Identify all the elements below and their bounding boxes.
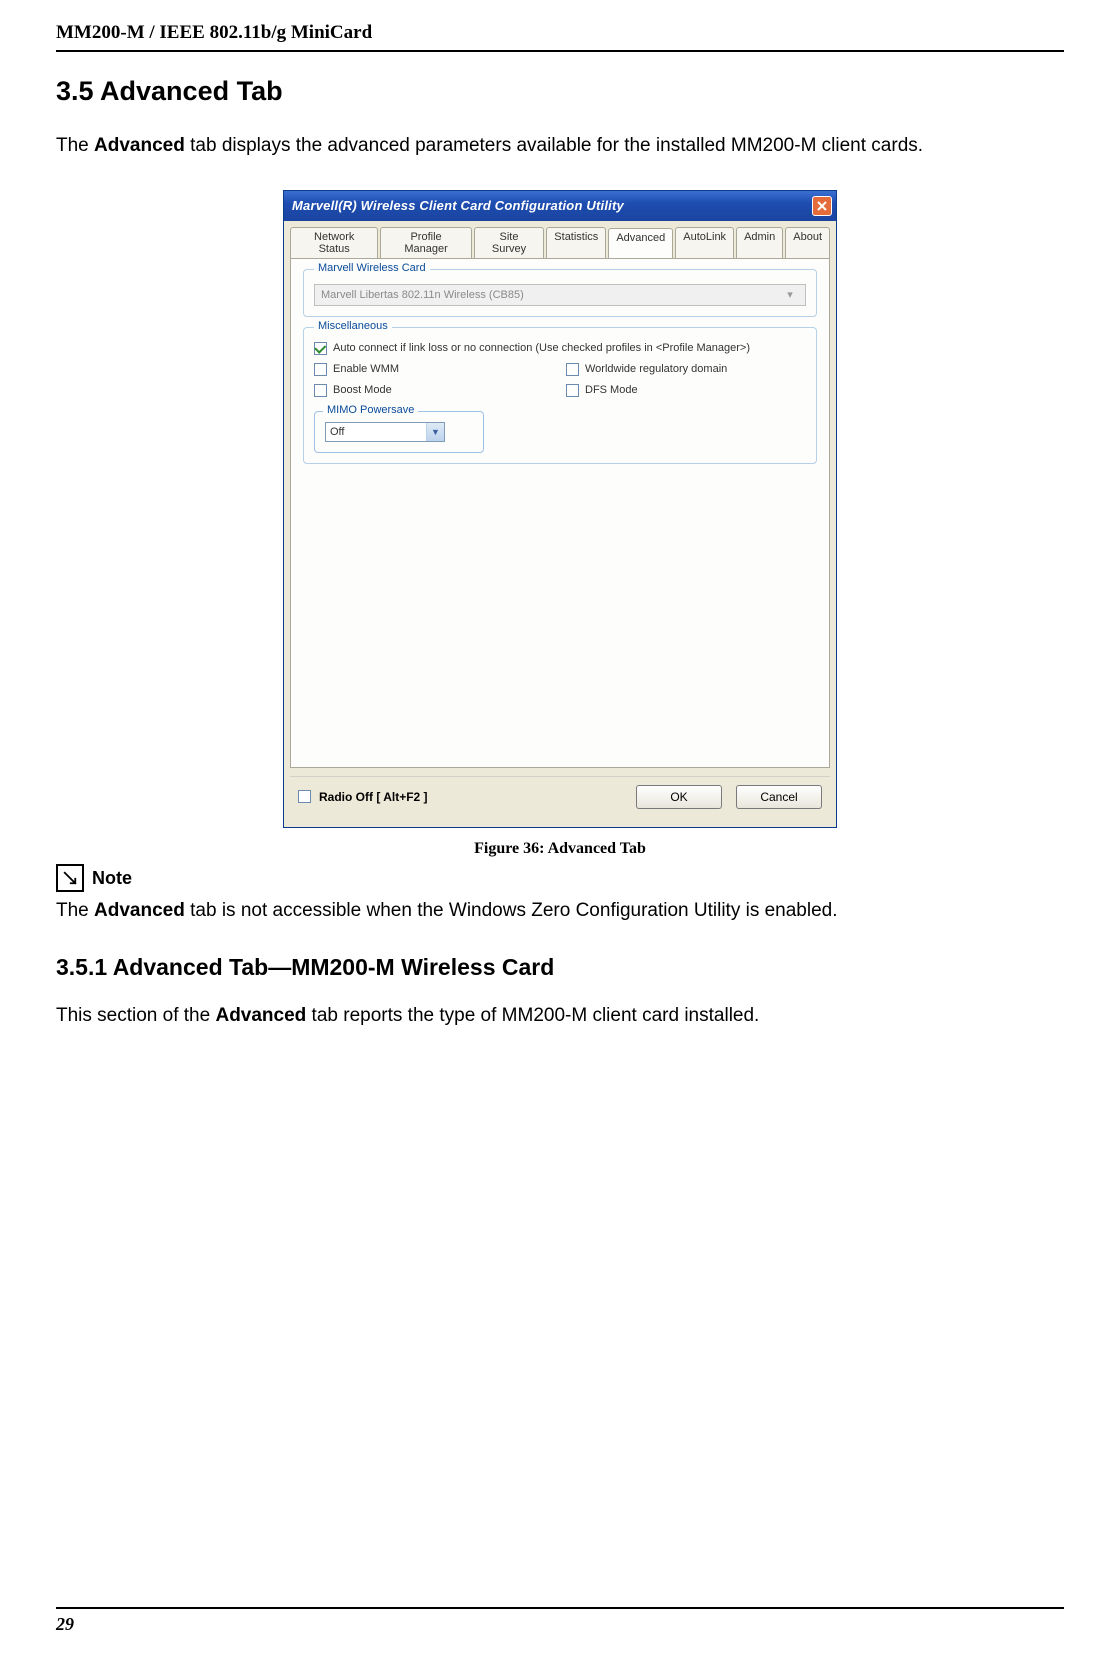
sub-bold: Advanced [215, 1005, 306, 1026]
chevron-down-icon: ▾ [781, 288, 799, 301]
wireless-card-select[interactable]: Marvell Libertas 802.11n Wireless (CB85)… [314, 284, 806, 306]
wireless-card-group: Marvell Wireless Card Marvell Libertas 8… [303, 269, 817, 317]
note-text: The Advanced tab is not accessible when … [56, 898, 1064, 925]
tab-about[interactable]: About [785, 227, 830, 258]
section-heading: 3.5 Advanced Tab [56, 76, 1064, 107]
doc-header: MM200-M / IEEE 802.11b/g MiniCard [56, 22, 1064, 44]
mimo-value: Off [330, 426, 344, 438]
check-label: Worldwide regulatory domain [585, 363, 727, 375]
titlebar: Marvell(R) Wireless Client Card Configur… [284, 191, 836, 221]
config-dialog: Marvell(R) Wireless Client Card Configur… [283, 190, 837, 828]
section-intro: The Advanced tab displays the advanced p… [56, 133, 1064, 160]
tab-advanced[interactable]: Advanced [608, 228, 673, 259]
dialog-title: Marvell(R) Wireless Client Card Configur… [292, 198, 624, 213]
wireless-card-value: Marvell Libertas 802.11n Wireless (CB85) [321, 289, 524, 301]
tab-site-survey[interactable]: Site Survey [474, 227, 545, 258]
note-pre: The [56, 900, 94, 921]
figure-caption: Figure 36: Advanced Tab [56, 840, 1064, 858]
cancel-button[interactable]: Cancel [736, 785, 822, 809]
radio-off-check[interactable]: Radio Off [ Alt+F2 ] [298, 790, 428, 804]
page-number: 29 [56, 1614, 74, 1635]
tab-strip: Network Status Profile Manager Site Surv… [284, 221, 836, 258]
sub-post: tab reports the type of MM200-M client c… [306, 1005, 759, 1026]
ok-button[interactable]: OK [636, 785, 722, 809]
chevron-down-icon: ▼ [426, 423, 444, 441]
close-icon[interactable] [812, 196, 832, 216]
header-rule [56, 50, 1064, 52]
intro-pre: The [56, 135, 94, 156]
subsection-heading: 3.5.1 Advanced Tab—MM200-M Wireless Card [56, 954, 1064, 981]
tab-profile-manager[interactable]: Profile Manager [380, 227, 471, 258]
subsection-text: This section of the Advanced tab reports… [56, 1003, 1064, 1030]
tab-panel: Marvell Wireless Card Marvell Libertas 8… [290, 258, 830, 768]
sub-pre: This section of the [56, 1005, 215, 1026]
check-dfs-mode[interactable]: DFS Mode [566, 384, 806, 397]
check-label: DFS Mode [585, 384, 638, 396]
mimo-powersave-group: MIMO Powersave Off ▼ [314, 411, 484, 453]
mimo-legend: MIMO Powersave [323, 404, 418, 416]
note-icon [56, 864, 84, 892]
radio-off-label: Radio Off [ Alt+F2 ] [319, 790, 428, 804]
checkbox-icon [566, 384, 579, 397]
tab-autolink[interactable]: AutoLink [675, 227, 734, 258]
note-bold: Advanced [94, 900, 185, 921]
check-label: Enable WMM [333, 363, 399, 375]
check-label: Boost Mode [333, 384, 392, 396]
checkbox-icon [314, 363, 327, 376]
checkbox-icon [566, 363, 579, 376]
check-label: Auto connect if link loss or no connecti… [333, 342, 750, 354]
note-label: Note [92, 868, 132, 889]
misc-legend: Miscellaneous [314, 320, 392, 332]
intro-bold: Advanced [94, 135, 185, 156]
check-boost-mode[interactable]: Boost Mode [314, 384, 554, 397]
tab-statistics[interactable]: Statistics [546, 227, 606, 258]
note-block: Note [56, 864, 1064, 892]
tab-network-status[interactable]: Network Status [290, 227, 378, 258]
note-post: tab is not accessible when the Windows Z… [185, 900, 838, 921]
wireless-card-legend: Marvell Wireless Card [314, 262, 430, 274]
footer-rule [56, 1607, 1064, 1609]
checkbox-icon [314, 342, 327, 355]
miscellaneous-group: Miscellaneous Auto connect if link loss … [303, 327, 817, 464]
checkbox-icon [314, 384, 327, 397]
check-auto-connect[interactable]: Auto connect if link loss or no connecti… [314, 342, 806, 355]
mimo-select[interactable]: Off ▼ [325, 422, 445, 442]
figure-container: Marvell(R) Wireless Client Card Configur… [56, 190, 1064, 828]
check-worldwide-regulatory[interactable]: Worldwide regulatory domain [566, 363, 806, 376]
intro-post: tab displays the advanced parameters ava… [185, 135, 923, 156]
dialog-bottom-bar: Radio Off [ Alt+F2 ] OK Cancel [290, 776, 830, 817]
check-enable-wmm[interactable]: Enable WMM [314, 363, 554, 376]
tab-admin[interactable]: Admin [736, 227, 783, 258]
checkbox-icon [298, 790, 311, 803]
